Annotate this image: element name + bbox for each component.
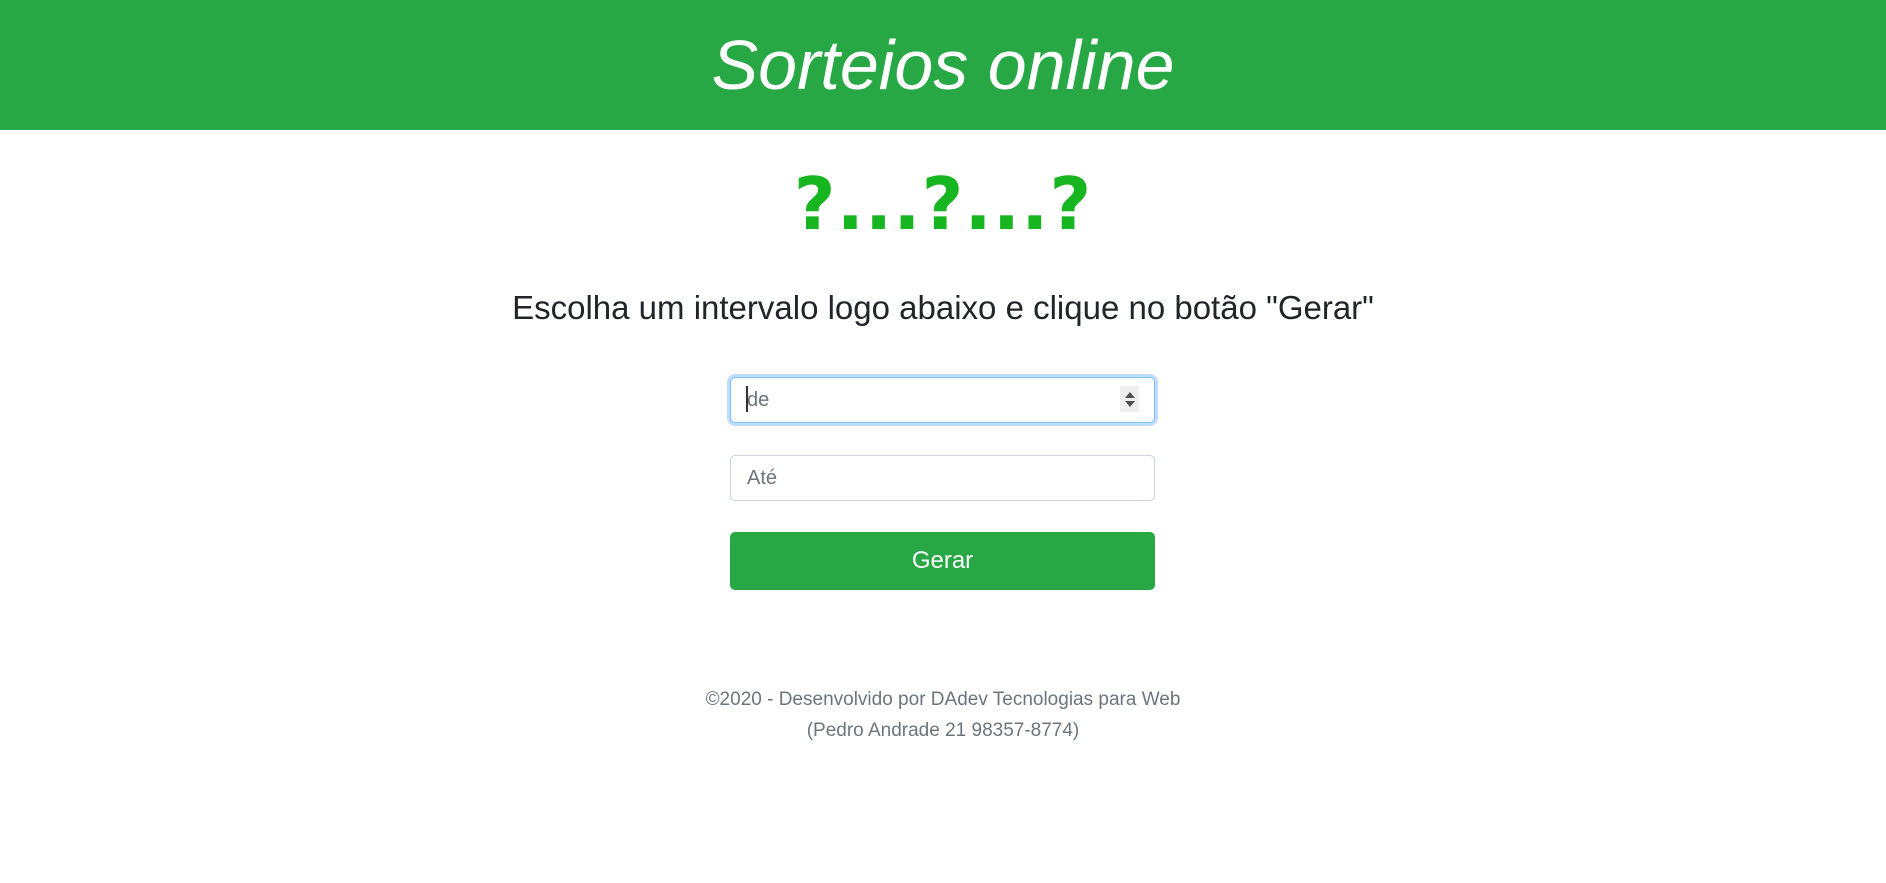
footer: ©2020 - Desenvolvido por DAdev Tecnologi… xyxy=(0,684,1886,746)
generate-button[interactable]: Gerar xyxy=(730,532,1155,590)
to-number-input[interactable] xyxy=(730,455,1155,501)
instructions-text: Escolha um intervalo logo abaixo e cliqu… xyxy=(512,289,1374,326)
draw-result: ?...?...? xyxy=(793,162,1093,246)
spinner-down-icon[interactable] xyxy=(1124,400,1135,407)
site-header: Sorteios online xyxy=(0,0,1886,130)
text-cursor xyxy=(746,386,748,412)
site-title: Sorteios online xyxy=(711,26,1175,104)
footer-contact: (Pedro Andrade 21 98357-8774) xyxy=(806,720,1080,741)
footer-copyright: ©2020 - Desenvolvido por DAdev Tecnologi… xyxy=(705,689,1181,710)
from-number-input[interactable] xyxy=(730,377,1155,423)
number-spinner[interactable] xyxy=(1120,386,1139,412)
spinner-up-icon[interactable] xyxy=(1124,391,1135,398)
